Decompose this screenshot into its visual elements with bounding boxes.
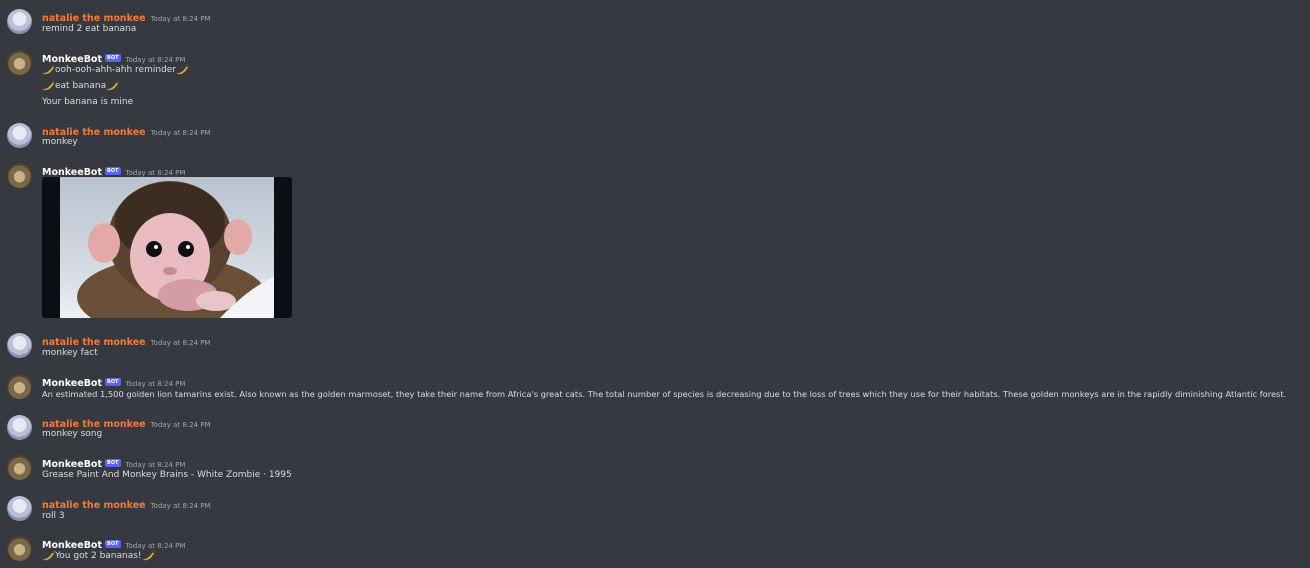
banana-emoji-icon [106,80,119,91]
message-text: monkey [42,137,78,147]
banana-emoji-icon [141,550,155,561]
chat-messages: natalie the monkee Today at 8:24 PM remin… [0,0,1310,568]
message-header: MonkeeBot BOT Today at 8:24 PM [42,163,186,178]
message-text: Your banana is mine [42,97,134,107]
message-text-line: eat banana [42,79,119,93]
bot-avatar-icon[interactable] [7,455,32,480]
message-header: MonkeeBot BOT Today at 8:24 PM [42,374,185,389]
user-avatar-icon[interactable] [7,9,32,34]
user-avatar-icon[interactable] [7,333,32,358]
bot-badge: BOT [105,540,121,548]
bot-avatar-icon[interactable] [7,374,32,399]
bot-avatar-icon[interactable] [7,536,32,561]
monkey-image-icon [77,181,274,318]
bot-badge: BOT [105,167,121,175]
message-timestamp: Today at 8:24 PM [150,15,211,23]
message-timestamp: Today at 8:24 PM [150,421,211,429]
message-header: MonkeeBot BOT Today at 8:24 PM [42,455,185,470]
bot-avatar-icon[interactable] [7,163,32,188]
baby-monkey-photo[interactable] [42,177,292,318]
message-text-line: You got 2 bananas! [42,549,155,563]
message-text: roll 3 [42,511,65,521]
message-text: Grease Paint And Monkey Brains - White Z… [42,470,292,480]
banana-emoji-icon [42,80,55,91]
message-header: natalie the monkee Today at 8:24 PM [42,496,211,511]
message-text: An estimated 1,500 golden lion tamarins … [42,389,1287,399]
banana-emoji-icon [176,64,189,75]
bot-badge: BOT [105,378,121,386]
message-text: You got 2 bananas! [55,551,142,561]
bot-avatar-icon[interactable] [7,50,32,75]
message-timestamp: Today at 8:24 PM [125,169,186,177]
banana-emoji-icon [42,550,55,561]
user-avatar-icon[interactable] [7,123,32,148]
photo-frame [60,177,274,318]
banana-emoji-icon [42,64,55,75]
bot-badge: BOT [105,459,121,467]
user-avatar-icon[interactable] [7,415,32,440]
message-text: monkey fact [42,348,98,358]
message-text: eat banana [55,81,107,91]
message-header: natalie the monkee Today at 8:24 PM [42,333,211,348]
user-avatar-icon[interactable] [7,496,32,521]
message-text-line: ooh-ooh-ahh-ahh reminder [42,63,189,77]
message-timestamp: Today at 8:24 PM [150,129,211,137]
message-header: MonkeeBot BOT Today at 8:24 PM [42,50,185,65]
message-timestamp: Today at 8:24 PM [150,339,211,347]
message-text: monkey song [42,429,103,439]
message-text: remind 2 eat banana [42,24,137,34]
message-header: MonkeeBot BOT Today at 8:24 PM [42,536,185,551]
message-text: ooh-ooh-ahh-ahh reminder [55,65,177,75]
message-header: natalie the monkee Today at 8:24 PM [42,9,211,24]
message-timestamp: Today at 8:24 PM [150,502,211,510]
bot-badge: BOT [105,54,121,62]
